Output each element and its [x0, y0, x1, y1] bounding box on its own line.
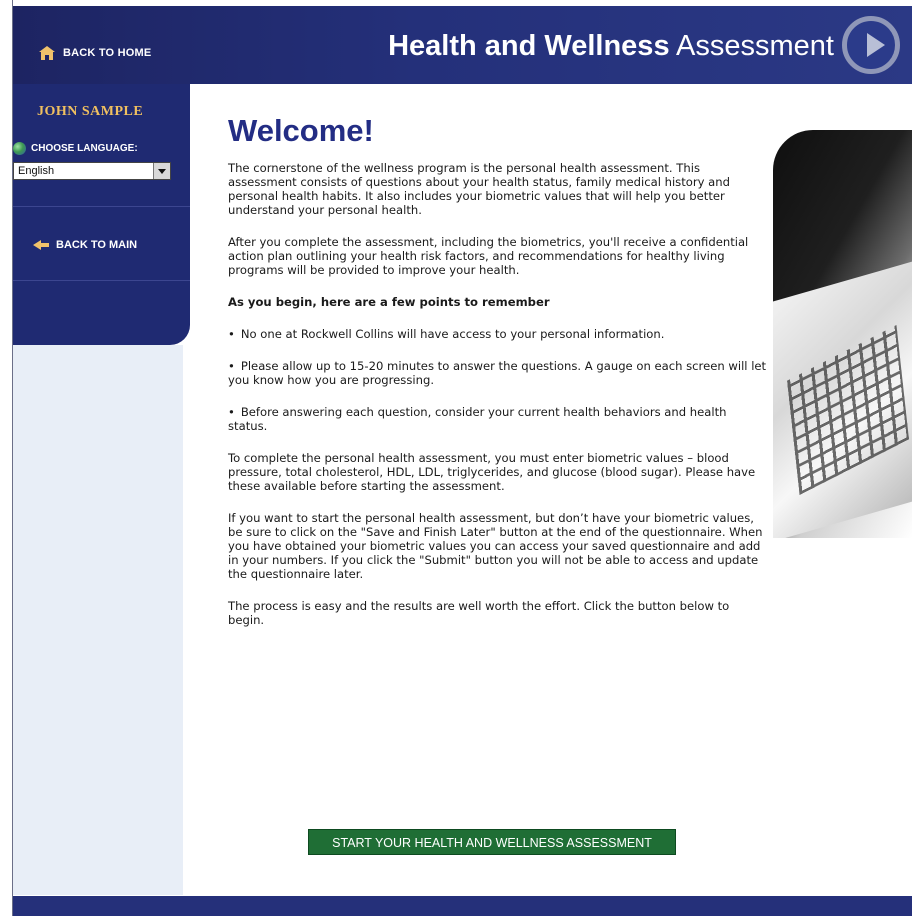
user-name: JOHN SAMPLE: [37, 104, 144, 119]
bullet-text: Before answering each question, consider…: [228, 405, 727, 433]
back-to-home-link[interactable]: BACK TO HOME: [39, 46, 151, 60]
language-value: English: [18, 165, 55, 177]
biometrics-paragraph: To complete the personal health assessme…: [228, 451, 756, 493]
begin-paragraph: The process is easy and the results are …: [228, 599, 730, 627]
bullet-item: • Please allow up to 15-20 minutes to ans…: [228, 359, 767, 387]
results-paragraph: After you complete the assessment, inclu…: [228, 235, 749, 277]
save-later-paragraph: If you want to start the personal health…: [228, 511, 763, 581]
play-icon[interactable]: [842, 16, 900, 74]
page-title: Health and Wellness Assessment: [388, 30, 834, 63]
bullet-text: No one at Rockwell Collins will have acc…: [240, 327, 665, 341]
bullet-item: • Before answering each question, conside…: [228, 405, 727, 433]
welcome-heading: Welcome!: [228, 113, 374, 148]
sidebar-divider: [13, 280, 190, 281]
title-bold: Health and Wellness: [388, 30, 670, 62]
welcome-content: Welcome! The cornerstone of the wellness…: [228, 113, 768, 645]
language-select[interactable]: English: [13, 162, 171, 180]
choose-language-label: CHOOSE LANGUAGE:: [13, 142, 138, 155]
title-light: Assessment: [676, 30, 834, 62]
bullet-text: Please allow up to 15-20 minutes to answ…: [228, 359, 767, 387]
chevron-down-icon[interactable]: [153, 163, 170, 179]
footer-bar: [13, 896, 912, 916]
top-header-bar: BACK TO HOME Health and Wellness Assessm…: [13, 6, 912, 84]
sidebar: JOHN SAMPLE CHOOSE LANGUAGE: English BAC…: [13, 84, 190, 345]
back-to-main-label: BACK TO MAIN: [56, 239, 138, 251]
back-to-main-link[interactable]: BACK TO MAIN: [33, 239, 137, 251]
sidebar-divider: [13, 206, 190, 207]
points-heading: As you begin, here are a few points to r…: [228, 295, 550, 309]
choose-language-text: CHOOSE LANGUAGE:: [31, 143, 138, 154]
back-arrow-icon: [33, 240, 49, 250]
sidebar-background-panel: [13, 345, 183, 895]
home-icon: [39, 46, 55, 60]
back-to-home-label: BACK TO HOME: [63, 47, 152, 59]
page-frame: BACK TO HOME Health and Wellness Assessm…: [12, 0, 912, 916]
computer-photo: [773, 130, 912, 538]
intro-paragraph: The cornerstone of the wellness program …: [228, 161, 730, 217]
start-assessment-button[interactable]: START YOUR HEALTH AND WELLNESS ASSESSMEN…: [308, 829, 676, 855]
bullet-item: • No one at Rockwell Collins will have ac…: [228, 327, 665, 341]
globe-icon: [13, 142, 26, 155]
